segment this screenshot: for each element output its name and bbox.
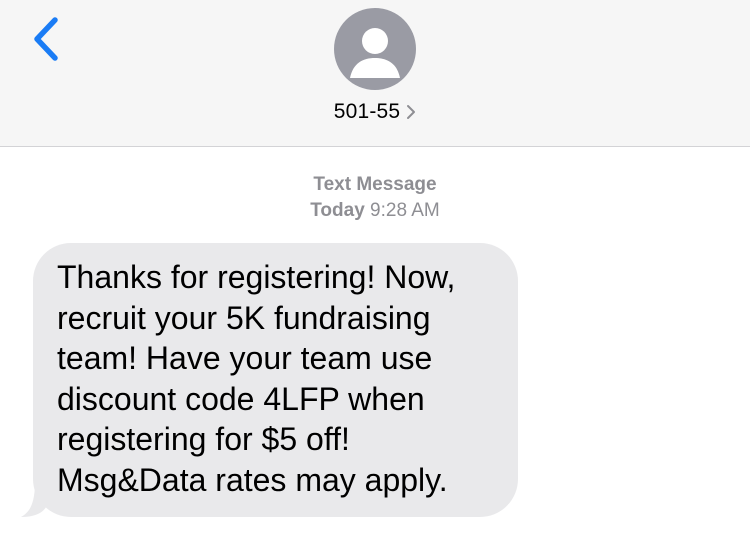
message-type-label: Text Message	[313, 174, 437, 195]
timestamp-time: 9:28 AM	[370, 200, 440, 221]
contact-name: 501-55	[333, 100, 401, 123]
incoming-message-bubble[interactable]: Thanks for registering! Now, recruit you…	[33, 243, 518, 517]
contact-avatar[interactable]	[334, 8, 416, 90]
back-button[interactable]	[28, 14, 68, 66]
chevron-left-icon	[34, 17, 58, 61]
message-text: Thanks for registering! Now, recruit you…	[57, 259, 456, 498]
contact-title[interactable]: 501-55	[0, 100, 750, 126]
chevron-right-icon	[406, 102, 416, 126]
person-icon	[350, 28, 400, 78]
timestamp-day: Today	[310, 200, 365, 221]
message-timestamp: Today 9:28 AM	[0, 200, 750, 222]
conversation-header: 501-55	[0, 0, 750, 147]
